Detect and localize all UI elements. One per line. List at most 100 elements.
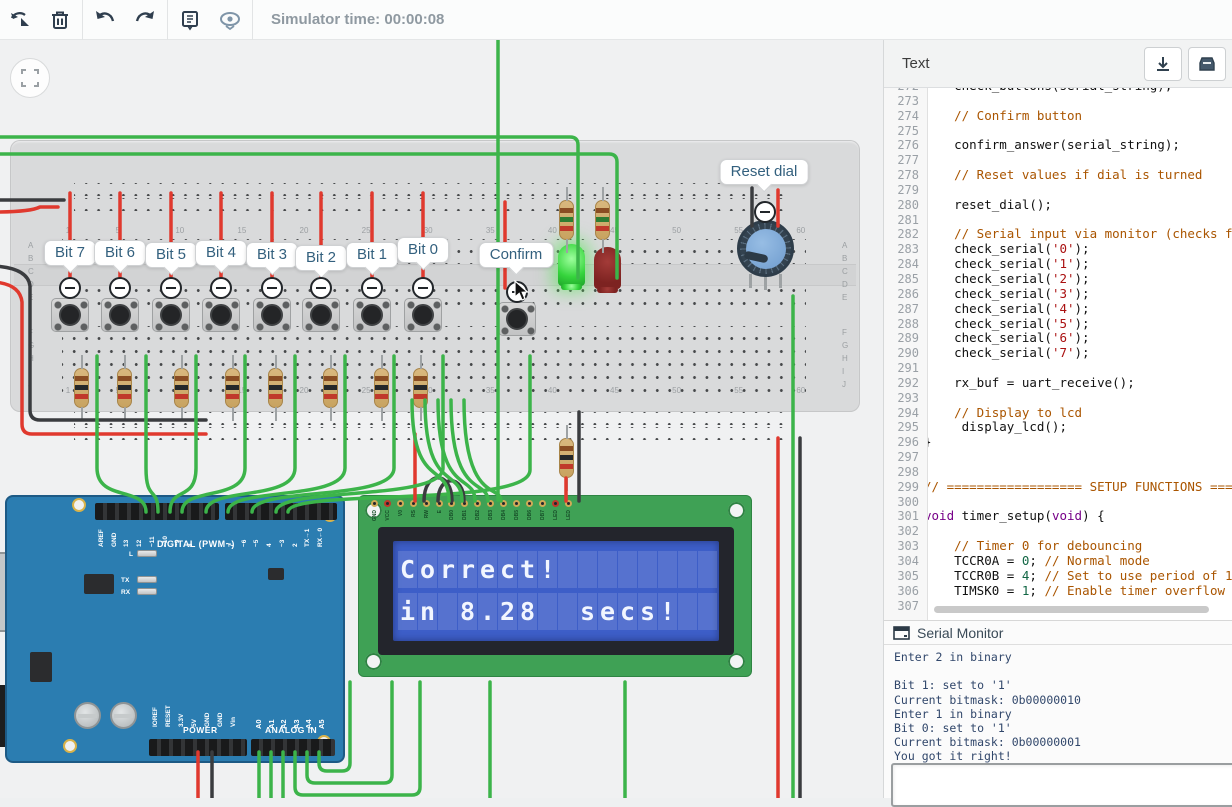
pushbutton-bit3[interactable] (253, 298, 291, 332)
line-number: 277 (884, 153, 928, 168)
press-handle-icon[interactable] (754, 201, 776, 223)
line-number: 279 (884, 183, 928, 198)
lcd-char-cell (638, 551, 657, 588)
press-handle-icon[interactable] (210, 277, 232, 299)
code-text: check_serial('3'); (924, 287, 1090, 302)
row-letter: B (842, 254, 847, 263)
code-line: 292 rx_buf = uart_receive(); (884, 376, 1232, 391)
column-number: 10 (175, 226, 184, 235)
lcd-pin-label: E (437, 510, 443, 513)
resistor[interactable] (174, 368, 189, 408)
pin-label: IOREF (153, 703, 160, 727)
green-led[interactable] (558, 244, 585, 286)
pushbutton-bit7[interactable] (51, 298, 89, 332)
lcd-display[interactable]: Correct! in 8.28 secs! GNDVCCV0RSRWEDB0D… (358, 495, 752, 677)
power-rail-top (74, 198, 790, 211)
lcd-screw (728, 653, 745, 670)
lcd-char-cell (558, 593, 577, 630)
rotate-button[interactable] (0, 0, 40, 40)
resistor[interactable] (268, 368, 283, 408)
pin-label: A2 (280, 705, 288, 729)
library-button[interactable] (1188, 47, 1226, 81)
line-number: 284 (884, 257, 928, 272)
row-letter: A (842, 241, 847, 250)
fit-view-button[interactable] (10, 58, 50, 98)
delete-button[interactable] (40, 0, 80, 40)
column-number: 40 (548, 226, 557, 235)
pin-label: 13 (124, 523, 131, 547)
column-number: 5 (115, 226, 119, 235)
lcd-char-cell (678, 551, 697, 588)
resistor[interactable] (559, 438, 574, 478)
lcd-char-cell: s (578, 593, 597, 630)
notes-icon (179, 9, 201, 31)
lcd-char-cell: 8 (458, 593, 477, 630)
notes-button[interactable] (170, 0, 210, 40)
pot-leg (779, 274, 782, 288)
press-handle-icon[interactable] (361, 277, 383, 299)
line-number: 289 (884, 331, 928, 346)
press-handle-icon[interactable] (160, 277, 182, 299)
resistor[interactable] (413, 368, 428, 408)
line-number: 301 (884, 509, 928, 524)
lcd-pin (539, 500, 546, 507)
serial-monitor-input[interactable] (891, 763, 1232, 807)
potentiometer[interactable] (737, 220, 794, 277)
row-letter: G (842, 341, 848, 350)
trash-icon (49, 9, 71, 31)
code-text: // ================== SETUP FUNCTIONS ==… (924, 480, 1232, 495)
arduino-uno-board[interactable]: AREFGND1312~11~10~987~6~54~32TX→1RX←0DIG… (5, 495, 345, 763)
component-tooltip: Bit 6 (94, 240, 146, 266)
pin-label: A3 (293, 705, 301, 729)
column-number: 20 (300, 386, 309, 395)
resistor[interactable] (225, 368, 240, 408)
resistor[interactable] (74, 368, 89, 408)
line-number: 285 (884, 272, 928, 287)
code-view-selector[interactable]: Text (902, 55, 1144, 72)
download-code-button[interactable] (1144, 47, 1182, 81)
code-line: 274 // Confirm button (884, 109, 1232, 124)
circuit-canvas[interactable]: AABBCCDDEEFFGGHHIIJJ11551010151520202525… (0, 40, 883, 798)
line-number: 275 (884, 124, 928, 139)
press-handle-icon[interactable] (261, 277, 283, 299)
pushbutton-bit2[interactable] (302, 298, 340, 332)
toolbar-divider (252, 0, 253, 40)
resistor[interactable] (117, 368, 132, 408)
press-handle-icon[interactable] (109, 277, 131, 299)
column-number: 35 (486, 226, 495, 235)
pushbutton-bit4[interactable] (202, 298, 240, 332)
code-line: 300 (884, 495, 1232, 510)
line-number: 276 (884, 138, 928, 153)
pushbutton-bit1[interactable] (353, 298, 391, 332)
row-letter: F (28, 328, 33, 337)
press-handle-icon[interactable] (412, 277, 434, 299)
code-line: 277 (884, 153, 1232, 168)
pushbutton-bit5[interactable] (152, 298, 190, 332)
row-letter: G (28, 341, 34, 350)
red-led[interactable] (594, 247, 621, 289)
code-text: confirm_answer(serial_string); (924, 138, 1180, 153)
resistor[interactable] (323, 368, 338, 408)
editor-hscrollbar[interactable] (934, 606, 1209, 613)
resistor[interactable] (595, 200, 610, 240)
pushbutton-confirm[interactable] (498, 302, 536, 336)
archive-icon (1197, 55, 1217, 73)
press-handle-icon[interactable] (310, 277, 332, 299)
undo-button[interactable] (85, 0, 125, 40)
code-editor[interactable]: 272 check_buttons(serial_string);273274 … (884, 88, 1232, 620)
code-line: 285 check_serial('2'); (884, 272, 1232, 287)
resistor[interactable] (374, 368, 389, 408)
resistor[interactable] (559, 200, 574, 240)
visibility-button[interactable] (210, 0, 250, 40)
line-number: 287 (884, 302, 928, 317)
led-label: L (129, 551, 133, 558)
redo-button[interactable] (125, 0, 165, 40)
pushbutton-bit6[interactable] (101, 298, 139, 332)
column-number: 45 (610, 226, 619, 235)
press-handle-icon[interactable] (59, 277, 81, 299)
line-number: 274 (884, 109, 928, 124)
pushbutton-bit0[interactable] (404, 298, 442, 332)
lcd-pin (526, 500, 533, 507)
lcd-pin (410, 500, 417, 507)
lcd-bezel: Correct! in 8.28 secs! (378, 527, 734, 655)
